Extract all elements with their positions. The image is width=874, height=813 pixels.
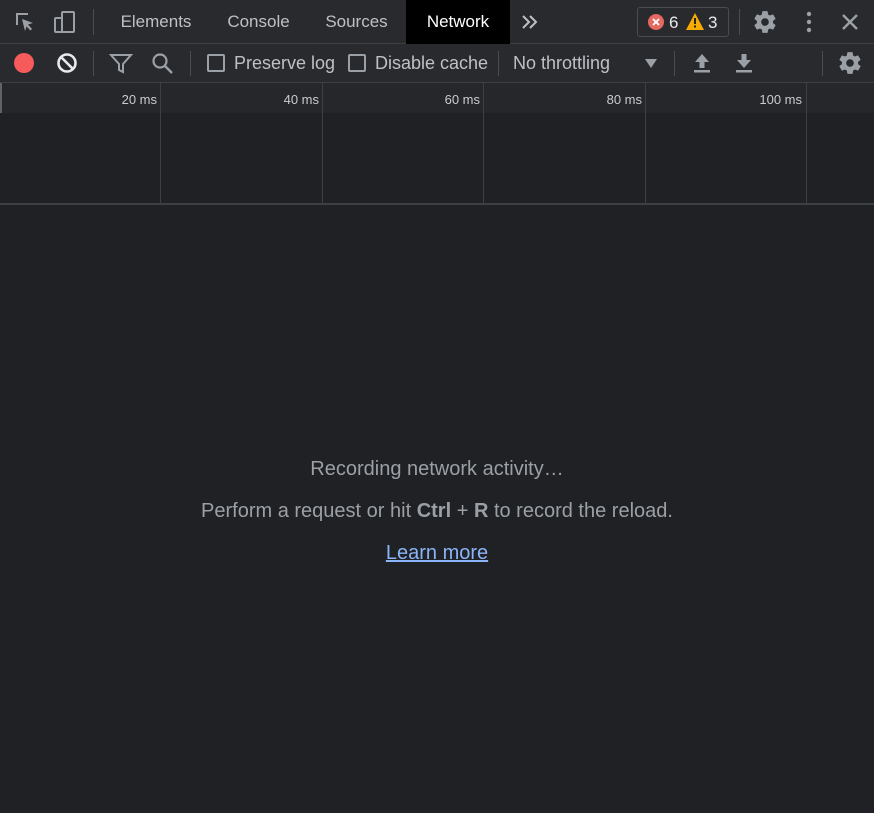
network-settings-gear-icon[interactable] <box>837 50 863 76</box>
preserve-log-checkbox[interactable]: Preserve log <box>207 52 335 76</box>
recording-message: Recording network activity… <box>310 458 564 480</box>
search-icon[interactable] <box>151 52 175 76</box>
tab-elements[interactable]: Elements <box>106 0 206 44</box>
error-circle-icon <box>648 14 664 30</box>
timeline-tick-label: 100 ms <box>759 92 802 107</box>
disable-cache-label: Disable cache <box>375 53 489 73</box>
learn-more-link[interactable]: Learn more <box>386 542 488 564</box>
network-empty-state: Recording network activity… Perform a re… <box>0 205 874 813</box>
devtools-tab-bar: Elements Console Sources Network 6 3 <box>0 0 874 44</box>
close-icon[interactable] <box>838 10 862 34</box>
dropdown-arrow-icon <box>645 59 657 68</box>
tab-network[interactable]: Network <box>406 0 510 44</box>
preserve-log-label: Preserve log <box>234 53 336 73</box>
tab-console[interactable]: Console <box>212 0 305 44</box>
throttling-select[interactable]: No throttling <box>513 52 663 76</box>
warning-count: 3 <box>708 13 718 32</box>
gridline <box>645 83 646 203</box>
tab-divider <box>93 9 94 35</box>
filter-icon[interactable] <box>109 52 133 74</box>
disable-cache-checkbox[interactable]: Disable cache <box>348 52 488 76</box>
gear-icon[interactable] <box>752 9 778 35</box>
learn-more-row: Learn more <box>0 542 874 565</box>
inspect-element-icon[interactable] <box>13 10 37 34</box>
gridline <box>806 83 807 203</box>
reload-hint: Perform a request or hit Ctrl + R to rec… <box>0 500 874 523</box>
reload-hint-suffix: to record the reload. <box>488 500 673 522</box>
reload-hint-prefix: Perform a request or hit <box>201 500 417 522</box>
throttling-value: No throttling <box>513 53 611 73</box>
toolbar-divider <box>93 51 94 76</box>
record-icon[interactable] <box>13 52 35 74</box>
chevron-double-right-icon[interactable] <box>518 10 542 34</box>
upload-icon[interactable] <box>690 52 714 74</box>
error-count: 6 <box>669 13 679 32</box>
download-icon[interactable] <box>732 52 756 74</box>
clear-icon[interactable] <box>56 52 78 74</box>
timeline-tick-label: 20 ms <box>121 92 157 107</box>
shortcut-key-r: R <box>473 500 489 522</box>
gridline <box>483 83 484 203</box>
toolbar-divider <box>674 51 675 76</box>
checkbox-box[interactable] <box>207 54 225 72</box>
tab-sources[interactable]: Sources <box>309 0 404 44</box>
toolbar-divider <box>822 51 823 76</box>
shortcut-key-ctrl: Ctrl <box>416 500 452 522</box>
shortcut-plus: + <box>451 500 474 522</box>
timeline-tick-label: 80 ms <box>606 92 642 107</box>
issues-counter[interactable]: 6 3 <box>637 7 729 37</box>
device-toolbar-icon[interactable] <box>53 10 77 34</box>
toolbar-divider <box>739 9 740 35</box>
timeline-left-handle[interactable] <box>0 83 2 113</box>
toolbar-divider <box>498 51 499 76</box>
network-toolbar: Preserve log Disable cache No throttling <box>0 44 874 83</box>
warning-triangle-icon <box>686 13 704 30</box>
timeline-tick-label: 40 ms <box>283 92 319 107</box>
gridline <box>160 83 161 203</box>
timeline-tick-label: 60 ms <box>444 92 480 107</box>
toolbar-divider <box>190 51 191 76</box>
network-overview-timeline[interactable]: 20 ms 40 ms 60 ms 80 ms 100 ms <box>0 83 874 205</box>
checkbox-box[interactable] <box>348 54 366 72</box>
kebab-menu-icon[interactable] <box>797 9 821 35</box>
gridline <box>322 83 323 203</box>
